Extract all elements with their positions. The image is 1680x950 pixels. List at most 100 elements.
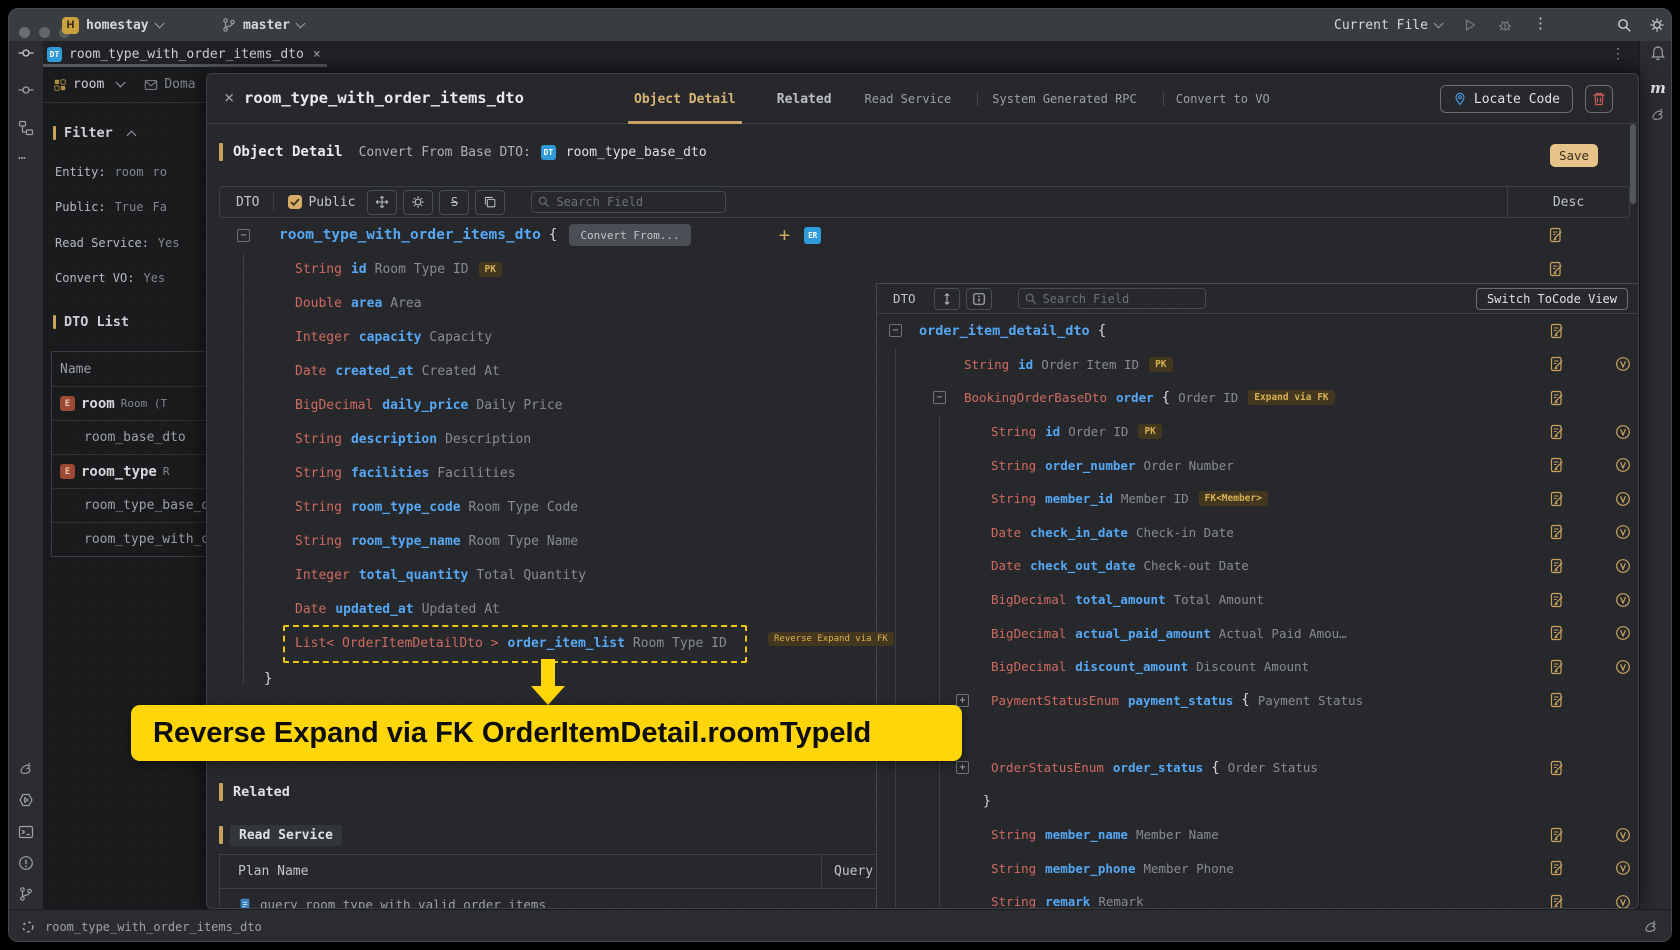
filter-value[interactable]: ro — [152, 165, 166, 179]
copy-dto-button[interactable] — [475, 190, 505, 215]
edit-desc-icon[interactable] — [1549, 625, 1565, 641]
tab-related[interactable]: Related — [777, 92, 832, 107]
field-row-id[interactable]: String id Room Type ID PK — [207, 252, 1638, 286]
edit-desc-icon[interactable] — [1549, 356, 1565, 372]
tab-object-detail[interactable]: Object Detail — [634, 74, 736, 124]
save-button[interactable]: Save — [1550, 144, 1598, 167]
vo-circle-icon[interactable] — [1615, 625, 1631, 641]
field-row-check-in-date[interactable]: Date check_in_date Check-in Date — [877, 516, 1639, 550]
tab-options-icon[interactable]: ⋮ — [1611, 46, 1625, 62]
search-field-input[interactable] — [531, 191, 726, 213]
field-row-order[interactable]: BookingOrderBaseDto order { Order ID Exp… — [877, 381, 1639, 415]
collapse-icon[interactable] — [933, 391, 946, 404]
debug-icon[interactable] — [1497, 17, 1513, 33]
edit-desc-icon[interactable] — [1548, 227, 1564, 243]
field-row-order-status[interactable]: OrderStatusEnum order_status { Order Sta… — [877, 751, 1639, 785]
collapse-icon[interactable] — [889, 324, 902, 337]
structure-icon[interactable] — [18, 120, 34, 136]
vertical-scrollbar[interactable] — [1630, 124, 1636, 204]
expand-icon[interactable] — [956, 761, 969, 774]
run-configuration-selector[interactable]: Current File — [1334, 18, 1442, 33]
edit-desc-icon[interactable] — [1548, 261, 1564, 277]
vo-circle-icon[interactable] — [1615, 524, 1631, 540]
commit-gutter-icon[interactable] — [18, 82, 34, 98]
tab-close-icon[interactable]: × — [313, 47, 321, 62]
more-actions-icon[interactable]: ⋮ — [1533, 14, 1548, 32]
dto-root-row[interactable]: order_item_detail_dto { — [877, 314, 1639, 348]
edit-desc-icon[interactable] — [1549, 424, 1565, 440]
vo-circle-icon[interactable] — [1615, 592, 1631, 608]
edit-desc-icon[interactable] — [1549, 524, 1565, 540]
filter-value[interactable]: True — [115, 200, 144, 214]
field-row-member-id[interactable]: String member_id Member ID FK<Member> — [877, 482, 1639, 516]
setter-toggle-button[interactable]: S — [439, 190, 469, 215]
edit-desc-icon[interactable] — [1549, 860, 1565, 876]
vo-circle-icon[interactable] — [1615, 827, 1631, 843]
edit-desc-icon[interactable] — [1549, 323, 1565, 339]
er-diagram-button[interactable]: ER — [804, 227, 821, 244]
field-row-remark[interactable]: String remark Remark — [877, 885, 1639, 909]
dto-list-item-selected[interactable]: room_type_with_order_items_dto — [52, 522, 206, 556]
move-field-button[interactable] — [367, 190, 397, 215]
editor-tab[interactable]: DT room_type_with_order_items_dto × — [39, 41, 329, 67]
expand-all-button[interactable] — [934, 288, 960, 310]
edit-desc-icon[interactable] — [1549, 827, 1565, 843]
search-field-input[interactable] — [1018, 288, 1206, 309]
settings-gear-icon[interactable] — [1649, 17, 1665, 33]
base-dto-link[interactable]: room_type_base_dto — [566, 145, 707, 160]
field-row-payment-status[interactable]: PaymentStatusEnum payment_status { Payme… — [877, 684, 1639, 718]
branch-selector[interactable]: master — [221, 17, 304, 33]
m-plugin-icon[interactable]: m — [1650, 79, 1666, 95]
tab-system-generated-rpc[interactable]: System Generated RPC — [992, 92, 1137, 106]
notifications-bell-icon[interactable] — [1650, 45, 1666, 61]
dto-list-item[interactable]: room_type_base_dto — [52, 488, 206, 522]
expand-icon[interactable] — [956, 694, 969, 707]
window-minimize-button[interactable] — [39, 27, 50, 38]
terminal-icon[interactable] — [18, 824, 34, 840]
field-row-order-id[interactable]: String id Order ID PK — [877, 415, 1639, 449]
tab-read-service[interactable]: Read Service — [865, 92, 952, 106]
edit-desc-icon[interactable] — [1549, 558, 1565, 574]
filter-section-header[interactable]: Filter — [43, 125, 145, 141]
dto-list-item-entity[interactable]: E room_type R — [52, 454, 206, 488]
field-row-actual-paid-amount[interactable]: BigDecimal actual_paid_amount Actual Pai… — [877, 616, 1639, 650]
vo-circle-icon[interactable] — [1615, 894, 1631, 909]
vo-circle-icon[interactable] — [1615, 558, 1631, 574]
run-icon[interactable] — [1462, 17, 1478, 33]
vo-circle-icon[interactable] — [1615, 424, 1631, 440]
delete-dto-button[interactable] — [1585, 85, 1613, 113]
edit-desc-icon[interactable] — [1549, 592, 1565, 608]
field-settings-button[interactable] — [403, 190, 433, 215]
public-checkbox[interactable] — [288, 195, 302, 209]
field-row-check-out-date[interactable]: Date check_out_date Check-out Date — [877, 549, 1639, 583]
dto-root-row[interactable]: room_type_with_order_items_dto { Convert… — [207, 218, 1638, 252]
search-everywhere-icon[interactable] — [1616, 17, 1632, 33]
vo-circle-icon[interactable] — [1615, 457, 1631, 473]
filter-value[interactable]: Fa — [152, 200, 166, 214]
commit-icon[interactable] — [18, 45, 34, 61]
collapse-icon[interactable] — [237, 229, 250, 242]
vo-circle-icon[interactable] — [1615, 491, 1631, 507]
filter-value[interactable]: Yes — [158, 236, 180, 250]
edit-desc-icon[interactable] — [1549, 390, 1565, 406]
field-row-member-name[interactable]: String member_name Member Name — [877, 818, 1639, 852]
assistant-hand-icon[interactable] — [18, 761, 34, 777]
tab-convert-to-vo[interactable]: Convert to VO — [1176, 92, 1270, 106]
window-close-button[interactable] — [19, 27, 30, 38]
convert-from-button[interactable]: Convert From... — [569, 224, 690, 246]
filter-value[interactable]: Yes — [143, 271, 165, 285]
vo-circle-icon[interactable] — [1615, 659, 1631, 675]
edit-desc-icon[interactable] — [1549, 457, 1565, 473]
problems-icon[interactable] — [18, 855, 34, 871]
vo-circle-icon[interactable] — [1615, 860, 1631, 876]
field-row-id[interactable]: String id Order Item ID PK — [877, 348, 1639, 382]
add-field-button[interactable]: + — [779, 224, 790, 246]
field-row-member-phone[interactable]: String member_phone Member Phone — [877, 852, 1639, 886]
vo-circle-icon[interactable] — [1615, 356, 1631, 372]
field-row-discount-amount[interactable]: BigDecimal discount_amount Discount Amou… — [877, 650, 1639, 684]
filter-value[interactable]: room — [115, 165, 144, 179]
locate-code-button[interactable]: Locate Code — [1440, 85, 1573, 113]
services-play-icon[interactable] — [18, 792, 34, 808]
edit-desc-icon[interactable] — [1549, 894, 1565, 909]
switch-to-code-view-button[interactable]: Switch ToCode View — [1476, 288, 1628, 310]
